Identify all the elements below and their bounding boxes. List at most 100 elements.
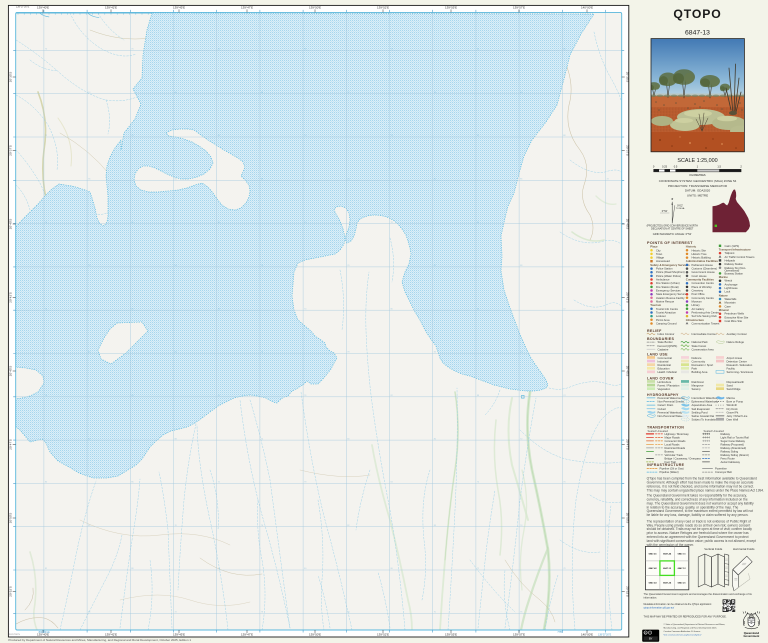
svg-text:Rainforest: Rainforest <box>692 380 705 384</box>
svg-text:Nature: Nature <box>719 293 728 297</box>
svg-text:0.5: 0.5 <box>674 165 678 169</box>
svg-text:Police (Water Police): Police (Water Police) <box>656 274 681 278</box>
svg-text:Salt Evaporator: Salt Evaporator <box>692 407 711 411</box>
svg-text:Subject To Inundation: Subject To Inundation <box>692 418 718 422</box>
svg-text:Busway: Busway <box>665 450 675 454</box>
svg-text:Coal Mine Site: Coal Mine Site <box>725 319 743 323</box>
svg-text:0°02': 0°02' <box>677 203 683 207</box>
svg-text:Facility: Facility <box>727 367 736 371</box>
svg-text:6847-11: 6847-11 <box>678 553 687 556</box>
svg-text:Safety & Emergency Services: Safety & Emergency Services <box>650 263 690 267</box>
svg-text:139°55'E: 139°55'E <box>445 633 457 637</box>
svg-text:Visit creativecommons.org/lice: Visit creativecommons.org/licenses/by/4.… <box>664 633 702 636</box>
svg-text:State Forest: State Forest <box>692 344 707 348</box>
svg-text:Historic: Historic <box>686 245 697 249</box>
svg-text:139°52'E: 139°52'E <box>377 633 389 637</box>
svg-text:20°45'S: 20°45'S <box>625 366 629 376</box>
svg-text:Sugar Cane Railway: Sugar Cane Railway <box>721 439 746 443</box>
svg-text:Park: Park <box>692 367 698 371</box>
svg-text:Railway Siding (Aband.): Railway Siding (Aband.) <box>721 453 750 457</box>
svg-text:Bridge / Causeway / Overpass: Bridge / Causeway / Overpass <box>665 457 702 461</box>
svg-text:20°37'S: 20°37'S <box>625 145 629 155</box>
svg-text:Community Centre: Community Centre <box>692 296 715 300</box>
svg-text:Aviation Rescue Facility: Aviation Rescue Facility <box>656 296 685 300</box>
svg-text:Village: Village <box>656 256 665 260</box>
svg-text:Manufacturing, and Regional an: Manufacturing, and Regional and Rural De… <box>664 627 718 630</box>
svg-text:20°40'S: 20°40'S <box>625 219 629 229</box>
svg-text:140°00'E: 140°00'E <box>581 633 593 637</box>
svg-text:6847-12: 6847-12 <box>678 567 687 570</box>
svg-text:Historic Tree: Historic Tree <box>692 252 708 256</box>
svg-text:Railway Station: Railway Station <box>725 262 744 266</box>
svg-text:Picnic Area: Picnic Area <box>656 318 670 322</box>
svg-text:Ephemeral Waterbody: Ephemeral Waterbody <box>692 400 719 404</box>
svg-text:Tourism: Tourism <box>650 303 661 307</box>
svg-text:Horticulture: Horticulture <box>658 380 672 384</box>
svg-text:20°52'S: 20°52'S <box>625 586 629 596</box>
svg-text:Place: Place <box>650 245 658 249</box>
svg-text:Dam Wall: Dam Wall <box>727 418 739 422</box>
svg-text:Lighthouse: Lighthouse <box>725 286 739 290</box>
svg-text:Fire Station (Rural): Fire Station (Rural) <box>656 285 679 289</box>
svg-text:Light Rail or Tourist Rail: Light Rail or Tourist Rail <box>721 436 750 440</box>
svg-text:Tourist Attraction: Tourist Attraction <box>656 311 676 315</box>
svg-text:QTOPO: QTOPO <box>673 7 721 21</box>
svg-text:COORDINATE SYSTEM: GEOCENTRIC: COORDINATE SYSTEM: GEOCENTRIC (MGA) ZONE… <box>659 179 737 183</box>
svg-text:Parliament House: Parliament House <box>692 263 714 267</box>
svg-text:Culvert: Culvert <box>658 407 667 411</box>
svg-text:THIS MAP MAY BE PRINTED OR REP: THIS MAP MAY BE PRINTED OR REPRODUCED FO… <box>644 615 727 619</box>
svg-text:20°47'S: 20°47'S <box>625 439 629 449</box>
svg-text:Produced by Department of Natu: Produced by Department of Natural Resour… <box>8 638 191 642</box>
svg-text:140°00'E: 140°00'E <box>581 6 593 10</box>
svg-text:Extractive Mine Site: Extractive Mine Site <box>725 315 749 319</box>
svg-text:Marina: Marina <box>727 396 736 400</box>
svg-text:20°50'S: 20°50'S <box>625 513 629 523</box>
svg-text:Library: Library <box>692 303 701 307</box>
svg-text:Customs (Chambers): Customs (Chambers) <box>692 267 718 271</box>
svg-text:INFRASTRUCTURE: INFRASTRUCTURE <box>647 463 685 467</box>
svg-text:Aquaculture Area: Aquaculture Area <box>692 403 713 407</box>
svg-text:139°47'E: 139°47'E <box>241 6 253 10</box>
svg-text:139°57'E: 139°57'E <box>513 633 525 637</box>
svg-text:★: ★ <box>671 197 674 201</box>
svg-text:be liable for any loss, damage: be liable for any loss, damage, liabilit… <box>647 513 749 517</box>
svg-text:Connector Roads: Connector Roads <box>665 439 687 443</box>
svg-text:Marine: Marine <box>719 275 728 279</box>
svg-text:139°42'E: 139°42'E <box>105 633 117 637</box>
svg-text:Tourist Info Centre: Tourist Info Centre <box>656 307 678 311</box>
svg-text:7755: 7755 <box>557 631 563 634</box>
svg-text:Gravel Pit: Gravel Pit <box>727 410 739 414</box>
svg-text:DATUM: GDA2020: DATUM: GDA2020 <box>685 189 711 193</box>
svg-text:Powerline: Powerline <box>715 467 727 471</box>
svg-text:GRID MAGNETIC ANGLE: 0°52': GRID MAGNETIC ANGLE: 0°52' <box>653 232 692 236</box>
svg-text:20°42'S: 20°42'S <box>8 292 12 302</box>
svg-text:Perennial Waterbody: Perennial Waterbody <box>658 410 684 414</box>
svg-text:20°47'S: 20°47'S <box>8 439 12 449</box>
svg-text:450000mE: 450000mE <box>38 631 50 634</box>
svg-text:Disposal Earth: Disposal Earth <box>727 380 745 384</box>
svg-text:Vegetation: Vegetation <box>658 387 671 391</box>
svg-text:Transport Infrastructure: Transport Infrastructure <box>719 248 751 252</box>
svg-text:20°42'S: 20°42'S <box>625 292 629 302</box>
svg-text:20°57'30"S: 20°57'30"S <box>9 634 20 636</box>
svg-text:Convention Centre: Convention Centre <box>692 281 715 285</box>
svg-text:Emergency Services: Emergency Services <box>656 289 681 293</box>
svg-text:139°57'30"E: 139°57'30"E <box>598 634 612 637</box>
svg-text:Police (Road Shopfront): Police (Road Shopfront) <box>656 270 685 274</box>
svg-text:Creative Commons Attribution 4: Creative Commons Attribution 4.0 licence… <box>664 630 702 633</box>
svg-text:20°40'S: 20°40'S <box>8 219 12 229</box>
svg-text:Building Area: Building Area <box>692 370 708 374</box>
svg-text:Bore or Pump: Bore or Pump <box>727 400 744 404</box>
svg-text:Cadastre: Cadastre <box>658 347 669 351</box>
svg-text:Infrastructure: Infrastructure <box>686 318 705 322</box>
svg-text:Post Office: Post Office <box>692 292 706 296</box>
svg-text:Wreck: Wreck <box>725 279 733 283</box>
svg-text:139°42'E: 139°42'E <box>105 6 117 10</box>
svg-text:Railway Siding: Railway Siding <box>721 450 739 454</box>
svg-text:20°37'S: 20°37'S <box>8 145 12 155</box>
svg-text:Pipeline (Oil or Gas): Pipeline (Oil or Gas) <box>660 467 684 471</box>
svg-text:Local Roads: Local Roads <box>665 443 681 447</box>
svg-text:1.5: 1.5 <box>717 165 721 169</box>
svg-text:139°45'E: 139°45'E <box>173 6 185 10</box>
svg-text:20°50'S: 20°50'S <box>8 513 12 523</box>
